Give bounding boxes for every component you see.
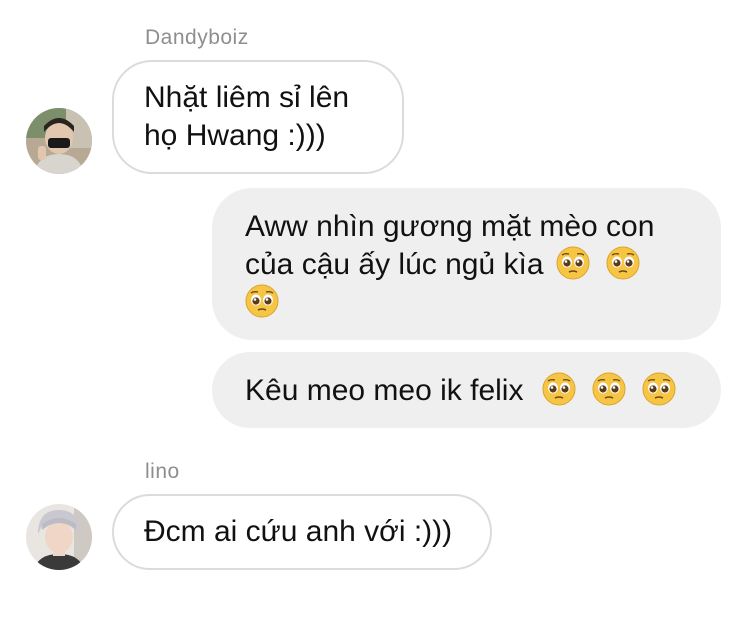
message-text-line: Aww nhìn gương mặt mèo con bbox=[245, 210, 655, 243]
pleading-face-emoji bbox=[592, 372, 626, 406]
sender-name: Dandyboiz bbox=[145, 26, 249, 49]
message-row: Nhặt liêm sỉ lên họ Hwang :))) bbox=[26, 60, 749, 174]
chat-thread: Dandyboiz Nhặt liêm sỉ lên họ Hwang :)))… bbox=[0, 0, 749, 621]
message-row: Đcm ai cứu anh với :))) bbox=[26, 494, 749, 570]
avatar[interactable] bbox=[26, 108, 92, 174]
message-bubble-outgoing[interactable]: Kêu meo meo ik felix bbox=[212, 352, 721, 428]
message-bubble-incoming[interactable]: Đcm ai cứu anh với :))) bbox=[112, 494, 492, 570]
message-bubble-incoming[interactable]: Nhặt liêm sỉ lên họ Hwang :))) bbox=[112, 60, 404, 174]
pleading-face-emoji bbox=[542, 372, 576, 406]
sender-name: lino bbox=[145, 460, 180, 483]
message-text-line: họ Hwang :))) bbox=[144, 119, 326, 152]
pleading-face-emoji bbox=[606, 246, 640, 280]
message-text-line: của cậu ấy lúc ngủ kìa bbox=[245, 248, 544, 281]
message-text: Đcm ai cứu anh với :))) bbox=[144, 515, 453, 548]
pleading-face-emoji bbox=[245, 284, 279, 318]
avatar[interactable] bbox=[26, 504, 92, 570]
message-text-line: Nhặt liêm sỉ lên bbox=[144, 81, 350, 114]
message-bubble-outgoing[interactable]: Aww nhìn gương mặt mèo con của cậu ấy lú… bbox=[212, 188, 721, 340]
message-row: Aww nhìn gương mặt mèo con của cậu ấy lú… bbox=[0, 174, 721, 340]
pleading-face-emoji bbox=[556, 246, 590, 280]
message-text: Kêu meo meo ik felix bbox=[245, 374, 524, 407]
message-row: Kêu meo meo ik felix bbox=[0, 340, 721, 428]
pleading-face-emoji bbox=[642, 372, 676, 406]
